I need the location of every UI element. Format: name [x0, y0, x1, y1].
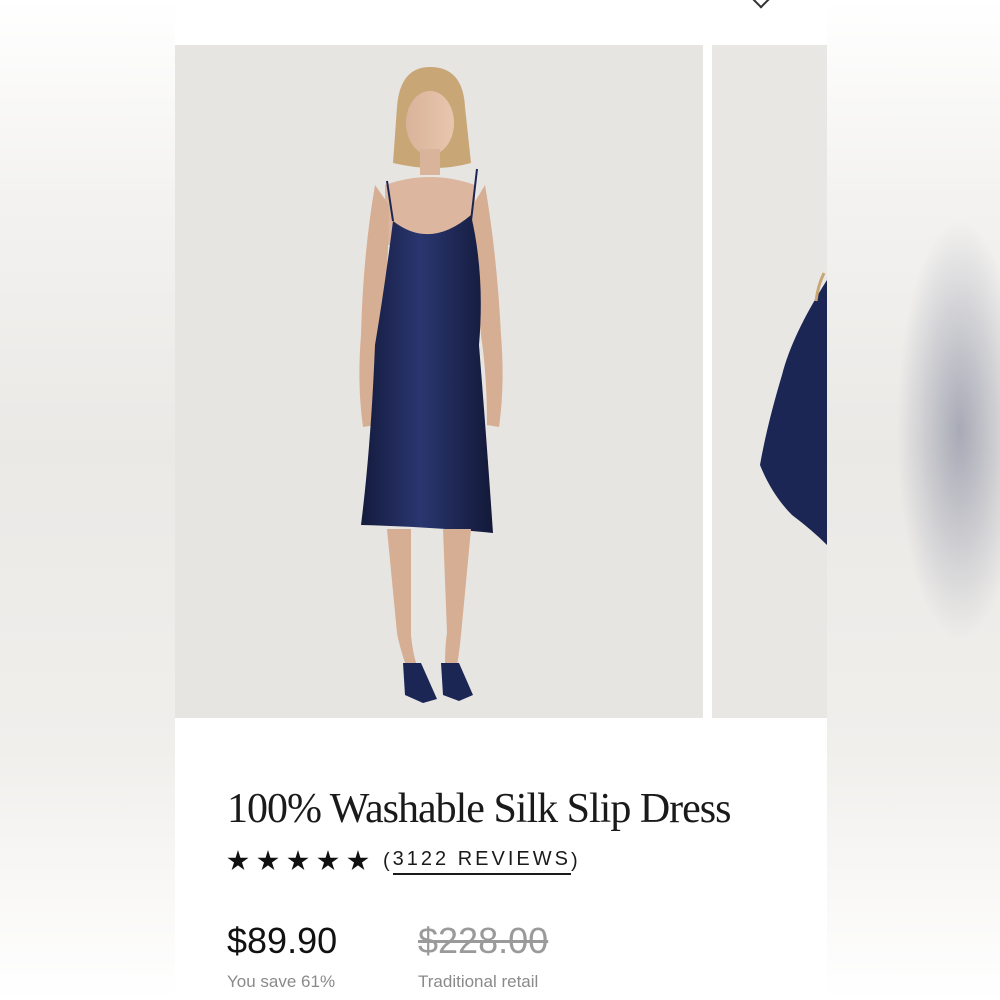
star-icon	[347, 850, 369, 871]
star-icon	[287, 850, 309, 871]
reviews-open-paren: (	[383, 849, 393, 872]
reviews-close-paren: )	[570, 849, 581, 872]
star-icon	[317, 850, 339, 871]
original-price: $228.00	[418, 920, 549, 961]
star-rating	[227, 850, 369, 872]
product-title: 100% Washable Silk Slip Dress	[227, 786, 731, 832]
model-in-navy-slip-dress-image	[175, 45, 703, 718]
star-icon	[227, 850, 249, 871]
dress-detail-image	[712, 45, 827, 718]
image-gallery[interactable]	[175, 45, 827, 718]
chevron-down-icon[interactable]	[752, 0, 770, 9]
reviews-link[interactable]: 3122 REVIEWS	[392, 848, 571, 875]
star-icon	[257, 850, 279, 871]
gallery-image-main[interactable]	[175, 45, 703, 718]
sale-price: $89.90	[227, 920, 338, 961]
gallery-image-next[interactable]	[712, 45, 827, 718]
original-price-label: Traditional retail	[418, 972, 539, 991]
reviews-count[interactable]: ( 3122 REVIEWS )	[383, 848, 581, 875]
product-card: 100% Washable Silk Slip Dress ( 3122 REV…	[175, 0, 827, 1000]
rating-row: ( 3122 REVIEWS )	[227, 846, 581, 876]
savings-text: You save 61%	[227, 972, 336, 991]
